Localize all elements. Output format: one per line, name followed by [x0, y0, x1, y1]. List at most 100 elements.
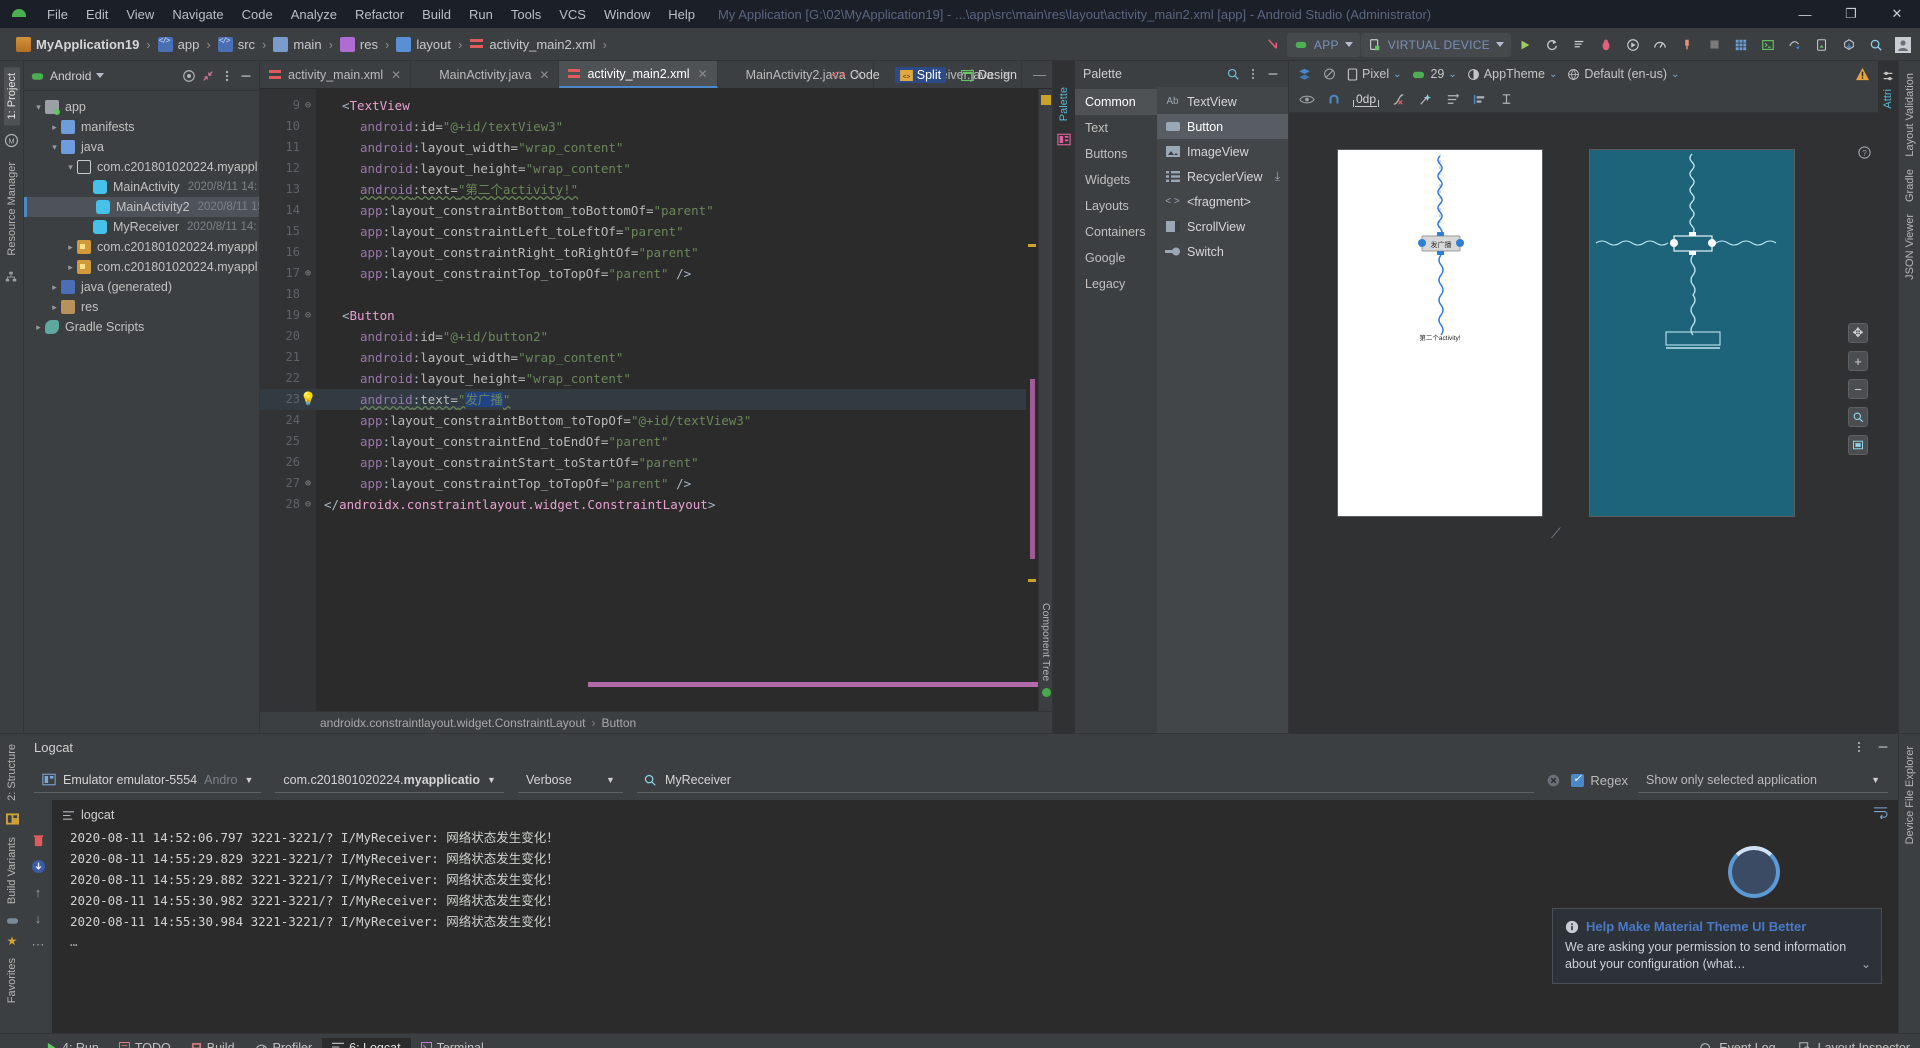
up-arrow-icon[interactable]: ↑ — [35, 885, 42, 900]
code-line[interactable]: 27 ⊕ app:layout_constraintTop_toTopOf="par… — [260, 473, 1038, 494]
close-icon[interactable]: ✕ — [539, 68, 549, 82]
sdk-manager-icon[interactable] — [1836, 32, 1862, 58]
close-button[interactable]: ✕ — [1874, 0, 1920, 28]
logcat-row[interactable]: 2020-08-11 14:55:29.829 3221-3221/? I/My… — [52, 847, 1898, 868]
sidebar-item-json-viewer[interactable]: JSON Viewer — [1902, 208, 1918, 286]
code-line[interactable]: 25 app:layout_constraintEnd_toEndOf="pare… — [260, 431, 1038, 452]
tool-window-6-logcat[interactable]: 6: Logcat — [322, 1037, 411, 1048]
menu-item-help[interactable]: Help — [659, 4, 704, 25]
guidelines-icon[interactable] — [1445, 92, 1460, 107]
project-tree[interactable]: ▾ app ▸ manifests ▾ java ▾ com.c201801020224.my… — [24, 91, 259, 733]
tool-window-build[interactable]: Build — [181, 1038, 245, 1048]
palette-item-fragment[interactable]: < > <fragment> — [1157, 189, 1288, 214]
menu-item-run[interactable]: Run — [460, 4, 502, 25]
menu-item-view[interactable]: View — [117, 4, 163, 25]
palette-item-textview[interactable]: Ab TextView — [1157, 89, 1288, 114]
sidebar-item-project[interactable]: 1: Project — [3, 67, 20, 126]
menu-item-file[interactable]: File — [38, 4, 77, 25]
code-line[interactable]: 18 — [260, 284, 1038, 305]
zoom-to-fit-screen-icon[interactable] — [1848, 435, 1868, 455]
intention-bulb-icon[interactable]: 💡 — [300, 389, 316, 410]
zoom-fit-icon[interactable] — [1848, 407, 1868, 427]
code-line[interactable]: 12 android:layout_height="wrap_content" — [260, 158, 1038, 179]
fold-toggle-icon[interactable]: ⊕ — [300, 473, 316, 494]
attributes-sliders-icon[interactable] — [1881, 69, 1895, 83]
help-icon[interactable]: ? — [1857, 145, 1872, 160]
palette-category-buttons[interactable]: Buttons — [1075, 141, 1157, 167]
tree-node[interactable]: ▾ com.c201801020224.myappl — [24, 157, 259, 177]
clear-logcat-icon[interactable] — [32, 834, 45, 848]
logcat-row[interactable]: 2020-08-11 14:55:30.982 3221-3221/? I/My… — [52, 889, 1898, 910]
chevron-down-icon[interactable]: ▾ — [64, 162, 77, 173]
hide-panel-icon[interactable] — [1266, 67, 1280, 81]
infer-constraints-icon[interactable] — [1418, 92, 1433, 107]
breadcrumb-item-src[interactable]: src — [214, 35, 259, 54]
chevron-right-icon[interactable]: ▸ — [48, 122, 61, 133]
breadcrumb-item-res[interactable]: res — [336, 35, 382, 54]
apply-changes-icon[interactable] — [1539, 32, 1565, 58]
favorites-star-icon[interactable]: ★ — [7, 934, 18, 948]
sidebar-item-structure[interactable]: 2: Structure — [4, 738, 20, 807]
menu-item-navigate[interactable]: Navigate — [163, 4, 232, 25]
layout-editor-icon[interactable] — [1728, 32, 1754, 58]
baseline-icon[interactable] — [1499, 92, 1514, 107]
run-with-coverage-icon[interactable] — [1620, 32, 1646, 58]
chevron-down-icon[interactable]: ⌄ — [1861, 957, 1871, 971]
options-icon[interactable] — [220, 69, 234, 83]
hide-panel-icon[interactable] — [1876, 740, 1890, 754]
code-line[interactable]: 23 android:text="发广播" 💡 — [260, 389, 1038, 410]
sidebar-item-layout-validation[interactable]: Layout Validation — [1902, 67, 1918, 163]
maven-icon[interactable]: M — [4, 133, 19, 148]
palette-categories[interactable]: Common Text Buttons Widgets Layouts Container… — [1075, 87, 1157, 733]
device-selector[interactable]: Emulator emulator-5554 Andro ▼ — [34, 767, 262, 793]
editor-tab-activity-main-xml[interactable]: activity_main.xml ✕ — [260, 61, 412, 88]
scroll-from-source-icon[interactable] — [182, 69, 196, 83]
view-mode-code[interactable]: <> Code — [826, 67, 885, 83]
structure-small-icon[interactable] — [4, 270, 19, 285]
clear-search-icon[interactable] — [1546, 773, 1561, 788]
event-log-button[interactable]: Event Log — [1699, 1041, 1776, 1048]
layout-inspector-button[interactable]: Layout Inspector — [1798, 1041, 1910, 1048]
attach-debugger-icon[interactable] — [1674, 32, 1700, 58]
rotate-view-icon[interactable] — [1322, 67, 1337, 81]
menu-item-code[interactable]: Code — [233, 4, 282, 25]
warning-marker[interactable] — [1028, 244, 1036, 247]
code-line[interactable]: 14 app:layout_constraintBottom_toBottomOf… — [260, 200, 1038, 221]
view-mode-split[interactable]: <> Split — [894, 67, 947, 83]
warning-triangle-icon[interactable] — [1855, 67, 1870, 81]
profiler-icon[interactable] — [1647, 32, 1673, 58]
code-line[interactable]: 17 ⊕ app:layout_constraintTop_toTopOf="par… — [260, 263, 1038, 284]
align-icon[interactable] — [1472, 92, 1487, 107]
run-configuration-selector[interactable]: APP — [1286, 32, 1360, 57]
menu-item-analyze[interactable]: Analyze — [282, 4, 346, 25]
breadcrumb-item-myapplication19[interactable]: MyApplication19 — [12, 35, 143, 54]
hide-panel-icon[interactable] — [239, 69, 253, 83]
tree-node[interactable]: ▸ Gradle Scripts — [24, 317, 259, 337]
logcat-row[interactable]: 2020-08-11 14:52:06.797 3221-3221/? I/My… — [52, 826, 1898, 847]
api-chip[interactable]: 29 ⌄ — [1411, 67, 1457, 81]
resize-handle[interactable]: ⟋ — [1551, 525, 1561, 542]
maximize-button[interactable]: ❐ — [1828, 0, 1874, 28]
palette-category-text[interactable]: Text — [1075, 115, 1157, 141]
tree-node[interactable]: ▾ app — [24, 97, 259, 117]
download-icon[interactable]: ⤓ — [1275, 169, 1280, 184]
tool-window-todo[interactable]: TODO — [109, 1038, 181, 1048]
git-branch-icon[interactable] — [1260, 32, 1286, 58]
palette-item-button[interactable]: Button — [1157, 114, 1288, 139]
chevron-right-icon[interactable]: ▸ — [64, 242, 77, 253]
design-canvas[interactable]: 发广播 第二个activity! ⟋ ✥ + − ? — [1289, 113, 1878, 733]
options-icon[interactable] — [1246, 67, 1260, 81]
logcat-row[interactable]: 2020-08-11 14:55:29.882 3221-3221/? I/My… — [52, 868, 1898, 889]
palette-category-google[interactable]: Google — [1075, 245, 1157, 271]
breadcrumb-item-activity-main2-xml[interactable]: activity_main2.xml — [465, 35, 599, 54]
zoom-in-button[interactable]: + — [1848, 351, 1868, 371]
minimize-button[interactable]: — — [1782, 0, 1828, 28]
collapse-all-icon[interactable] — [201, 69, 215, 83]
palette-category-layouts[interactable]: Layouts — [1075, 193, 1157, 219]
layers-icon[interactable] — [1297, 67, 1312, 81]
palette-item-switch[interactable]: Switch — [1157, 239, 1288, 264]
editor-crumb-leaf[interactable]: Button — [602, 716, 637, 730]
chevron-right-icon[interactable]: ▸ — [48, 282, 61, 293]
code-line[interactable]: 22 android:layout_height="wrap_content" — [260, 368, 1038, 389]
code-line[interactable]: 26 app:layout_constraintStart_toStartOf="… — [260, 452, 1038, 473]
